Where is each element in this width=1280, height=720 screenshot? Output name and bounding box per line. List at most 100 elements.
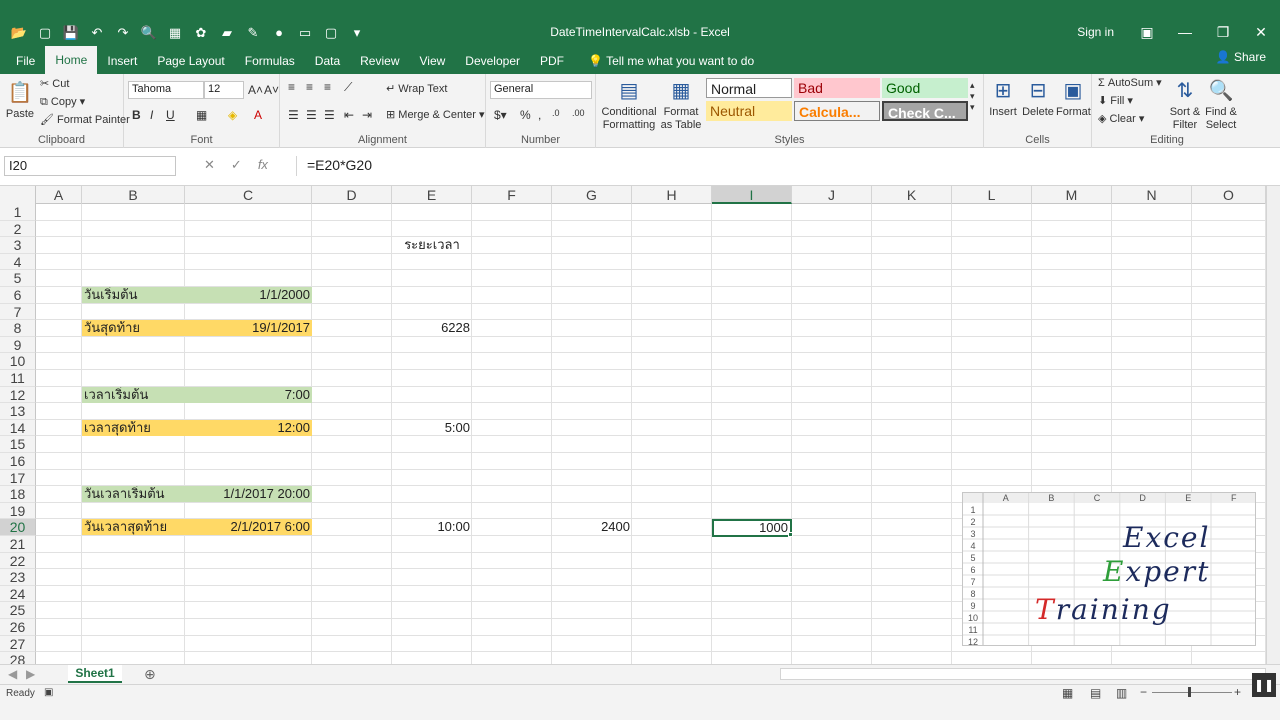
style-check-cell[interactable]: Check C...	[882, 101, 968, 121]
column-header-D[interactable]: D	[312, 186, 392, 204]
maximize-icon[interactable]: ❐	[1204, 20, 1242, 44]
decrease-indent-icon[interactable]: ⇤	[344, 108, 354, 122]
cell-E20[interactable]: 10:00	[392, 519, 472, 535]
grow-font-icon[interactable]: A˄	[248, 83, 263, 97]
column-header-B[interactable]: B	[82, 186, 185, 204]
row-header-28[interactable]: 28	[0, 652, 36, 664]
increase-indent-icon[interactable]: ⇥	[362, 108, 372, 122]
tab-data[interactable]: Data	[305, 48, 350, 74]
wrap-text-button[interactable]: ↵ Wrap Text	[386, 82, 447, 95]
share-button[interactable]: 👤 Share	[1216, 50, 1266, 64]
row-header-10[interactable]: 10	[0, 353, 36, 370]
page-break-view-icon[interactable]: ▥	[1116, 686, 1127, 700]
merge-center-button[interactable]: ⊞ Merge & Center ▾	[386, 108, 485, 121]
cell-B18[interactable]: วันเวลาเริ่มต้น	[82, 486, 185, 503]
align-bottom-icon[interactable]: ≡	[324, 80, 331, 94]
row-header-4[interactable]: 4	[0, 253, 36, 271]
cell-B6[interactable]: วันเริ่มต้น	[82, 287, 185, 303]
fx-icon[interactable]: fx	[258, 157, 268, 173]
cell-B14[interactable]: เวลาสุดท้าย	[82, 419, 185, 436]
select-all-corner[interactable]	[0, 186, 36, 204]
style-normal[interactable]: Normal	[706, 78, 792, 98]
format-as-table-button[interactable]: ▦ Format as Table	[658, 76, 704, 132]
align-left-icon[interactable]: ☰	[288, 108, 299, 122]
enter-icon[interactable]: ✓	[231, 157, 242, 173]
find-select-button[interactable]: 🔍 Find & Select	[1202, 76, 1240, 132]
tab-review[interactable]: Review	[350, 48, 409, 74]
sheet-next-icon[interactable]: ▶	[26, 667, 35, 681]
style-good[interactable]: Good	[882, 78, 968, 98]
align-center-icon[interactable]: ☰	[306, 108, 317, 122]
zoom-slider-thumb[interactable]	[1188, 687, 1191, 697]
tab-home[interactable]: Home	[45, 46, 98, 74]
cell-B8[interactable]: วันสุดท้าย	[82, 320, 185, 337]
insert-cells-button[interactable]: ⊞ Insert	[986, 76, 1020, 119]
normal-view-icon[interactable]: ▦	[1062, 686, 1073, 700]
column-header-K[interactable]: K	[872, 186, 952, 204]
column-header-E[interactable]: E	[392, 186, 472, 204]
row-header-12[interactable]: 12	[0, 386, 36, 404]
name-box[interactable]: I20	[4, 156, 176, 176]
tab-formulas[interactable]: Formulas	[235, 48, 305, 74]
row-header-22[interactable]: 22	[0, 552, 36, 570]
column-header-O[interactable]: O	[1192, 186, 1266, 204]
percent-icon[interactable]: %	[520, 108, 531, 122]
currency-icon[interactable]: $▾	[494, 108, 507, 122]
macro-record-icon[interactable]: ▣	[44, 687, 53, 698]
autosum-button[interactable]: Σ AutoSum ▾	[1098, 76, 1162, 89]
cell-C8[interactable]: 19/1/2017	[185, 320, 312, 337]
cell-I20[interactable]: 1000	[712, 519, 792, 538]
zoom-slider[interactable]	[1152, 692, 1232, 693]
pause-icon[interactable]: ❚❚	[1252, 673, 1276, 697]
row-header-18[interactable]: 18	[0, 486, 36, 503]
formula-input[interactable]: =E20*G20	[296, 156, 1272, 176]
row-header-24[interactable]: 24	[0, 585, 36, 603]
cell-C6[interactable]: 1/1/2000	[185, 287, 312, 303]
cell-C14[interactable]: 12:00	[185, 419, 312, 436]
row-header-19[interactable]: 19	[0, 502, 36, 520]
cell-C18[interactable]: 1/1/2017 20:00	[185, 486, 312, 503]
borders-icon[interactable]: ▦	[196, 108, 207, 122]
orientation-icon[interactable]: ⟋	[344, 80, 352, 95]
column-header-L[interactable]: L	[952, 186, 1032, 204]
row-header-20[interactable]: 20	[0, 519, 36, 536]
vertical-scrollbar[interactable]	[1266, 186, 1280, 664]
column-header-H[interactable]: H	[632, 186, 712, 204]
conditional-formatting-button[interactable]: ▤ Conditional Formatting	[600, 76, 658, 132]
cell-E3[interactable]: ระยะเวลา	[392, 237, 472, 253]
row-header-7[interactable]: 7	[0, 303, 36, 321]
clear-button[interactable]: ◈ Clear ▾	[1098, 112, 1144, 125]
style-neutral[interactable]: Neutral	[706, 101, 792, 121]
paste-button[interactable]: 📋 Paste	[4, 78, 36, 121]
italic-icon[interactable]: I	[150, 108, 153, 122]
cell-C20[interactable]: 2/1/2017 6:00	[185, 519, 312, 536]
row-header-5[interactable]: 5	[0, 270, 36, 287]
column-header-C[interactable]: C	[185, 186, 312, 204]
column-header-I[interactable]: I	[712, 186, 792, 204]
row-header-13[interactable]: 13	[0, 403, 36, 420]
increase-decimal-icon[interactable]: .0	[552, 108, 560, 118]
row-header-27[interactable]: 27	[0, 635, 36, 653]
zoom-out-icon[interactable]: −	[1140, 685, 1147, 699]
row-header-6[interactable]: 6	[0, 287, 36, 304]
cell-C12[interactable]: 7:00	[185, 386, 312, 403]
row-header-8[interactable]: 8	[0, 320, 36, 337]
cell-G20[interactable]: 2400	[552, 519, 632, 535]
align-top-icon[interactable]: ≡	[288, 80, 295, 94]
style-bad[interactable]: Bad	[794, 78, 880, 98]
zoom-in-icon[interactable]: +	[1234, 685, 1241, 699]
fill-color-icon[interactable]: ◈	[228, 108, 237, 122]
sign-in-link[interactable]: Sign in	[1077, 25, 1114, 39]
font-size-select[interactable]: 12	[204, 81, 244, 99]
column-header-M[interactable]: M	[1032, 186, 1112, 204]
column-header-G[interactable]: G	[552, 186, 632, 204]
font-name-select[interactable]: Tahoma	[128, 81, 204, 99]
number-format-select[interactable]: General	[490, 81, 592, 99]
style-calculation[interactable]: Calcula...	[794, 101, 880, 121]
row-header-9[interactable]: 9	[0, 336, 36, 354]
comma-icon[interactable]: ,	[538, 108, 541, 122]
row-header-26[interactable]: 26	[0, 619, 36, 636]
tab-developer[interactable]: Developer	[455, 48, 530, 74]
cell-B20[interactable]: วันเวลาสุดท้าย	[82, 519, 185, 536]
cell-E14[interactable]: 5:00	[392, 420, 472, 436]
